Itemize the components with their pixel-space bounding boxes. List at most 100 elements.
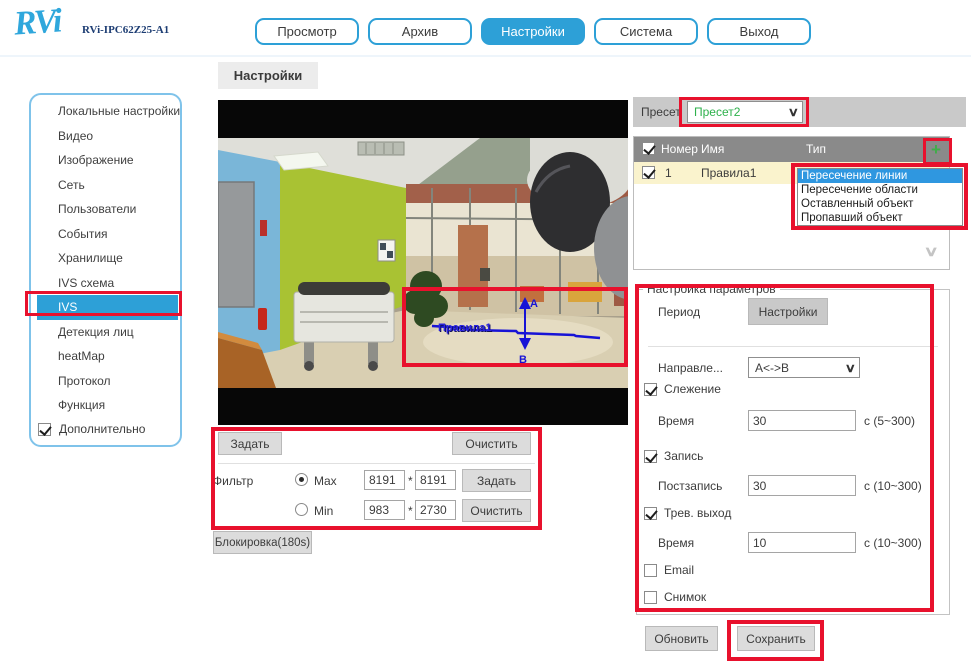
- rules-header: Номер Имя Тип +: [634, 137, 949, 162]
- direction-a-label: A: [530, 298, 538, 310]
- alarm-out-checkbox[interactable]: [644, 507, 657, 520]
- email-row: Email: [644, 563, 694, 577]
- open-door: [458, 225, 488, 307]
- snapshot-checkbox[interactable]: [644, 591, 657, 604]
- save-button[interactable]: Сохранить: [737, 626, 815, 651]
- type-option-abandoned-object[interactable]: Оставленный объект: [798, 197, 962, 211]
- lock-button[interactable]: Блокировка(180s): [213, 531, 312, 554]
- min-separator: *: [408, 504, 413, 518]
- record-label: Запись: [664, 449, 703, 463]
- rule-number: 1: [665, 166, 672, 180]
- tracking-time-input[interactable]: [748, 410, 856, 431]
- add-rule-plus-icon[interactable]: +: [931, 141, 941, 158]
- alarm-time-label: Время: [658, 536, 694, 550]
- preset-label: Пресет: [641, 105, 681, 119]
- tracking-time-label: Время: [658, 414, 694, 428]
- direction-label: Направле...: [658, 361, 723, 375]
- filter-max-set-button[interactable]: Задать: [462, 469, 531, 492]
- sidebar-item-users[interactable]: Пользователи: [31, 197, 180, 222]
- filter-min-label: Min: [314, 504, 333, 518]
- alarm-out-row: Трев. выход: [644, 506, 731, 520]
- sidebar-item-heatmap[interactable]: heatMap: [31, 344, 180, 369]
- nav-settings-button[interactable]: Настройки: [481, 18, 585, 45]
- rule-name: Правила1: [701, 166, 756, 180]
- filter-max-label: Max: [314, 474, 337, 488]
- sidebar-item-image[interactable]: Изображение: [31, 148, 180, 173]
- snapshot-label: Снимок: [664, 590, 706, 604]
- nav-live-button[interactable]: Просмотр: [255, 18, 359, 45]
- sidebar-item-network[interactable]: Сеть: [31, 173, 180, 198]
- rule-label: Правила1: [438, 322, 492, 334]
- record-row: Запись: [644, 449, 703, 463]
- column-type: Тип: [806, 142, 826, 156]
- draw-rule-button[interactable]: Задать: [218, 432, 282, 455]
- refresh-button[interactable]: Обновить: [645, 626, 718, 651]
- chevron-down-icon: ∨: [788, 105, 799, 119]
- advanced-checkbox[interactable]: [38, 423, 51, 436]
- preset-dropdown[interactable]: Пресет2 ∨: [687, 101, 803, 123]
- camera-preview[interactable]: Правила1 Правила1 A B: [218, 100, 628, 425]
- sidebar-item-face-detection[interactable]: Детекция лиц: [31, 320, 180, 345]
- alarm-time-input[interactable]: [748, 532, 856, 553]
- rule-row-checkbox[interactable]: [642, 166, 655, 179]
- rvi-logo: RVi: [13, 2, 62, 43]
- filter-min-clear-button[interactable]: Очистить: [462, 499, 531, 522]
- email-checkbox[interactable]: [644, 564, 657, 577]
- clear-rule-button[interactable]: Очистить: [452, 432, 531, 455]
- main-nav: Просмотр Архив Настройки Система Выход: [255, 18, 811, 45]
- sidebar-item-video[interactable]: Видео: [31, 124, 180, 149]
- direction-value: A<->B: [755, 361, 789, 375]
- list-scroll-chevron-icon[interactable]: ∨: [923, 243, 938, 260]
- max-width-input[interactable]: [364, 470, 405, 490]
- column-name: Имя: [701, 142, 724, 156]
- max-height-input[interactable]: [415, 470, 456, 490]
- alarm-out-label: Трев. выход: [664, 506, 731, 520]
- tracking-checkbox[interactable]: [644, 383, 657, 396]
- max-separator: *: [408, 474, 413, 488]
- record-checkbox[interactable]: [644, 450, 657, 463]
- sidebar-item-function[interactable]: Функция: [31, 393, 180, 418]
- post-record-unit: с (10~300): [864, 479, 922, 493]
- filter-min-radio[interactable]: [295, 503, 308, 516]
- sidebar-menu: Локальные настройки Видео Изображение Се…: [31, 99, 180, 418]
- tracking-row: Слежение: [644, 382, 721, 396]
- sidebar-item-protocol[interactable]: Протокол: [31, 369, 180, 394]
- type-option-intrusion[interactable]: Пересечение области: [798, 183, 962, 197]
- parameters-legend: Настройка параметров: [643, 282, 780, 296]
- type-option-tripwire[interactable]: Пересечение линии: [798, 169, 962, 183]
- direction-b-label: B: [519, 354, 527, 366]
- column-number: Номер: [661, 142, 698, 156]
- advanced-label: Дополнительно: [59, 422, 145, 436]
- sidebar-item-events[interactable]: События: [31, 222, 180, 247]
- post-record-input[interactable]: [748, 475, 856, 496]
- preview-scene: Правила1 Правила1 A B: [218, 100, 628, 425]
- post-record-label: Постзапись: [658, 479, 722, 493]
- fire-extinguisher: [258, 308, 267, 330]
- params-divider: [648, 346, 938, 347]
- sidebar-item-local-settings[interactable]: Локальные настройки: [31, 99, 180, 124]
- filter-max-radio[interactable]: [295, 473, 308, 486]
- ceiling-vent: [358, 142, 404, 155]
- nav-system-button[interactable]: Система: [594, 18, 698, 45]
- email-label: Email: [664, 563, 694, 577]
- tab-settings[interactable]: Настройки: [218, 62, 318, 89]
- chevron-down-icon: ∨: [845, 361, 856, 375]
- min-height-input[interactable]: [415, 500, 456, 520]
- ivs-settings-page: RVi RVi-IPC62Z25-A1 Просмотр Архив Настр…: [0, 0, 971, 661]
- nav-exit-button[interactable]: Выход: [707, 18, 811, 45]
- min-width-input[interactable]: [364, 500, 405, 520]
- period-label: Период: [658, 305, 700, 319]
- type-option-missing-object[interactable]: Пропавший объект: [798, 211, 962, 225]
- direction-dropdown[interactable]: A<->B ∨: [748, 357, 860, 378]
- period-settings-button[interactable]: Настройки: [748, 298, 828, 325]
- sidebar-item-ivs[interactable]: IVS: [37, 295, 178, 320]
- door: [218, 182, 254, 307]
- alarm-time-unit: с (10~300): [864, 536, 922, 550]
- sidebar-item-ivs-scheme[interactable]: IVS схема: [31, 271, 180, 296]
- select-all-checkbox[interactable]: [642, 142, 655, 155]
- advanced-row: Дополнительно: [37, 422, 145, 436]
- sidebar: Локальные настройки Видео Изображение Се…: [29, 93, 182, 447]
- filter-divider: [218, 463, 535, 464]
- nav-archive-button[interactable]: Архив: [368, 18, 472, 45]
- sidebar-item-storage[interactable]: Хранилище: [31, 246, 180, 271]
